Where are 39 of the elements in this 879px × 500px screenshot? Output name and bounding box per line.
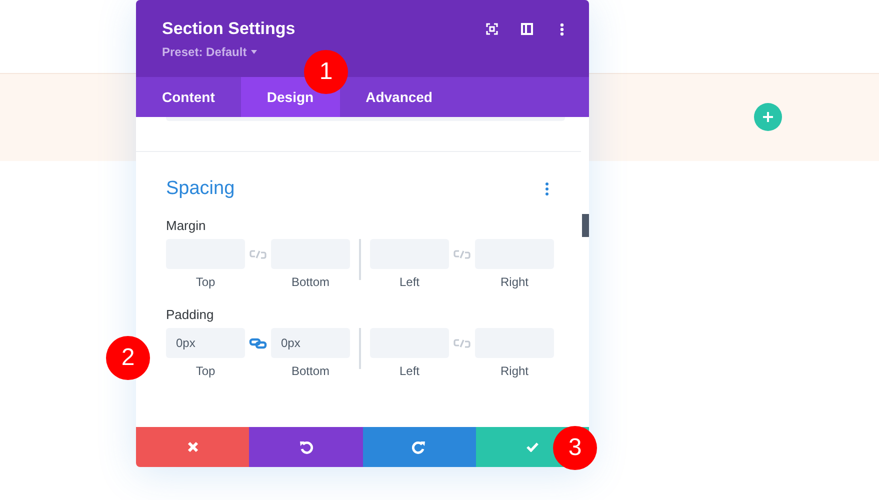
fullscreen-button[interactable]	[485, 22, 499, 36]
spacing-field[interactable]: 0px	[271, 328, 350, 358]
caret-icon	[250, 50, 257, 54]
spacing-field[interactable]: 0px	[166, 328, 245, 358]
link-icon	[249, 338, 267, 348]
cancel-button[interactable]	[136, 427, 250, 467]
add-button[interactable]	[754, 103, 782, 131]
undo-button[interactable]	[249, 427, 362, 467]
preset-dropdown[interactable]: Preset: Default	[162, 45, 296, 59]
field-label: Left	[398, 275, 420, 289]
settings-tab[interactable]: Content	[136, 77, 241, 117]
redo-icon	[412, 440, 426, 454]
field-label: Bottom	[290, 364, 330, 378]
section-menu-button[interactable]	[545, 182, 549, 196]
field-label: Bottom	[290, 275, 330, 289]
focus-icon	[486, 23, 498, 35]
close-icon	[186, 441, 199, 453]
scrollbar[interactable]	[582, 214, 589, 237]
columns-icon	[521, 23, 533, 35]
more-icon	[545, 182, 549, 196]
group-label: Padding	[166, 307, 215, 322]
undo-icon	[298, 440, 313, 454]
field-label: Right	[499, 275, 530, 289]
plus-icon	[763, 112, 773, 122]
link-icon	[249, 248, 267, 260]
modal-title: Section Settings	[162, 19, 296, 39]
link-icon	[453, 248, 471, 260]
step-number-tooltip: 3	[553, 426, 597, 470]
field-label: Left	[398, 364, 420, 378]
step-number-tooltip: 2	[106, 336, 150, 380]
section-title: Spacing	[166, 178, 235, 200]
check-icon	[526, 442, 539, 452]
link-icon	[453, 338, 471, 348]
group-label: Margin	[166, 218, 207, 233]
field-label: Right	[499, 364, 530, 378]
sidebar-toggle-button[interactable]	[520, 22, 534, 36]
more-icon	[560, 22, 564, 36]
field-label: Top	[194, 275, 216, 289]
field-label: Top	[194, 364, 216, 378]
